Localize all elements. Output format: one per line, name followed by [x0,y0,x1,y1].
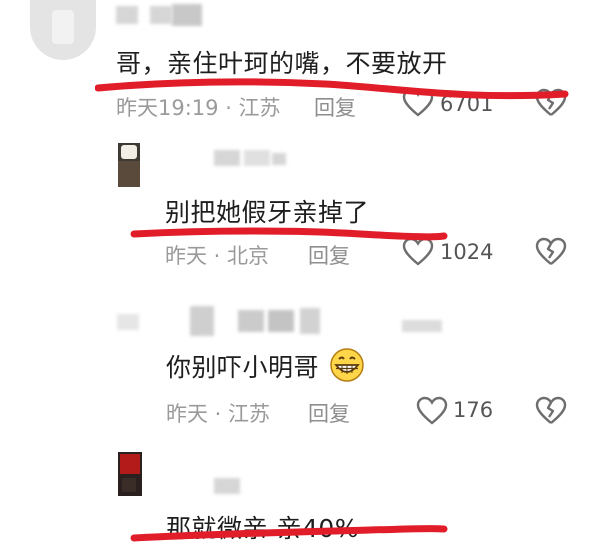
username-blurred[interactable] [214,478,240,494]
username-blurred[interactable] [172,4,202,26]
reply-button[interactable]: 回复 [308,398,350,428]
comment-text[interactable]: 哥，亲住叶珂的嘴，不要放开 [116,44,448,80]
username-blurred[interactable] [402,320,442,332]
comment-text[interactable]: 别把她假牙亲掉了 [165,193,369,229]
comment-meta: 昨天19:19 · 江苏 [116,96,281,120]
broken-heart-icon[interactable] [535,396,567,426]
comment-text[interactable]: 那就微亲 亲40% [166,509,359,545]
username-blurred[interactable] [244,150,270,166]
comment-meta: 昨天 · 江苏 [166,402,271,426]
username-blurred[interactable] [238,310,264,332]
heart-outline-icon[interactable] [402,88,434,118]
reply-button[interactable]: 回复 [308,240,350,270]
username-blurred[interactable] [150,6,172,24]
broken-heart-icon[interactable] [535,237,567,267]
username-blurred[interactable] [214,150,240,166]
reply-button[interactable]: 回复 [314,92,356,122]
like-count: 6701 [440,92,494,116]
avatar[interactable] [118,452,142,496]
username-blurred[interactable] [300,308,320,334]
broken-heart-icon[interactable] [535,88,567,118]
avatar[interactable] [30,0,96,60]
heart-outline-icon[interactable] [402,237,434,267]
comment-text[interactable]: 你别吓小明哥 [166,348,319,384]
username-blurred[interactable] [272,153,286,165]
username-blurred[interactable] [116,6,138,24]
avatar[interactable] [118,143,140,187]
avatar[interactable] [117,314,139,330]
username-blurred[interactable] [268,310,294,332]
like-count: 176 [453,398,494,422]
comment-meta: 昨天 · 北京 [165,244,270,268]
grinning-face-emoji [330,348,364,382]
like-count: 1024 [440,240,494,264]
username-blurred[interactable] [190,306,214,336]
heart-outline-icon[interactable] [416,396,448,426]
